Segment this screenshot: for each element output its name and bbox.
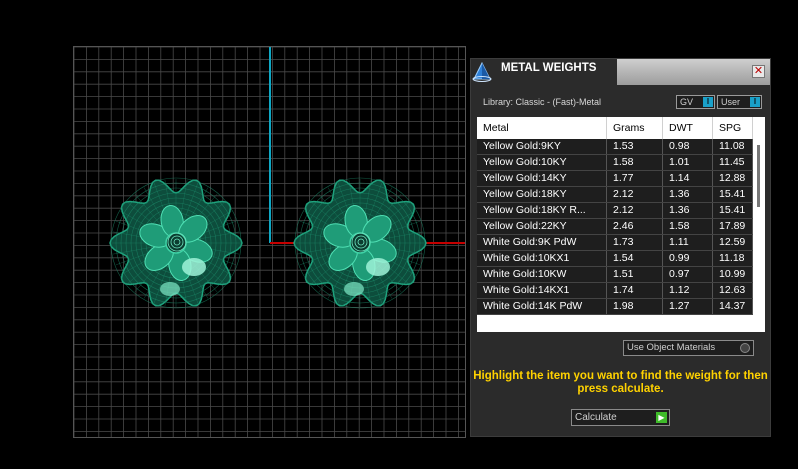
use-object-materials-toggle[interactable]: Use Object Materials — [623, 340, 754, 356]
table-cell: 1.36 — [663, 203, 713, 218]
table-cell: 0.97 — [663, 267, 713, 282]
table-row[interactable]: White Gold:10KW 1.51 0.97 10.99 — [477, 267, 753, 283]
table-cell: 14.37 — [713, 299, 753, 314]
user-toggle[interactable]: User I — [717, 95, 762, 109]
table-cell: 12.88 — [713, 171, 753, 186]
table-cell: 1.11 — [663, 235, 713, 250]
flower-earring-model — [293, 177, 427, 309]
use-object-materials-label: Use Object Materials — [627, 342, 716, 353]
close-icon[interactable]: ✕ — [752, 65, 765, 78]
table-cell: 1.73 — [607, 235, 663, 250]
metal-weights-panel: METAL WEIGHTS ✕ Library: Classic - (Fast… — [470, 58, 771, 437]
column-header-metal[interactable]: Metal — [477, 117, 607, 139]
table-cell: White Gold:9K PdW — [477, 235, 607, 250]
table-cell: 1.58 — [607, 155, 663, 170]
table-cell: 10.99 — [713, 267, 753, 282]
table-row[interactable]: White Gold:9K PdW 1.73 1.11 12.59 — [477, 235, 753, 251]
vertical-scrollbar[interactable] — [755, 139, 761, 309]
table-cell: Yellow Gold:22KY — [477, 219, 607, 234]
table-cell: White Gold:14K PdW — [477, 299, 607, 314]
table-cell: Yellow Gold:9KY — [477, 139, 607, 154]
play-arrow-icon: ▶ — [656, 412, 667, 423]
panel-titlebar[interactable]: METAL WEIGHTS ✕ — [471, 59, 770, 85]
table-cell: 1.36 — [663, 187, 713, 202]
table-cell: White Gold:14KX1 — [477, 283, 607, 298]
metal-table: Metal Grams DWT SPG Yellow Gold:9KY 1.53 0… — [477, 117, 765, 332]
table-row[interactable]: White Gold:10KX1 1.54 0.99 11.18 — [477, 251, 753, 267]
user-toggle-label: User — [721, 97, 741, 107]
viewport-canvas[interactable] — [74, 47, 466, 438]
table-row[interactable]: White Gold:14KX1 1.74 1.12 12.63 — [477, 283, 753, 299]
table-row[interactable]: Yellow Gold:10KY 1.58 1.01 11.45 — [477, 155, 753, 171]
table-cell: 0.99 — [663, 251, 713, 266]
table-cell: 1.58 — [663, 219, 713, 234]
table-row[interactable]: Yellow Gold:9KY 1.53 0.98 11.08 — [477, 139, 753, 155]
calculate-label: Calculate — [575, 412, 617, 423]
radio-knob-icon — [740, 343, 750, 353]
table-cell: 1.12 — [663, 283, 713, 298]
table-cell: 12.59 — [713, 235, 753, 250]
table-cell: 1.98 — [607, 299, 663, 314]
gv-toggle-label: GV — [680, 97, 694, 107]
panel-title: METAL WEIGHTS — [493, 59, 617, 85]
table-cell: Yellow Gold:18KY R... — [477, 203, 607, 218]
pyramid-icon — [471, 59, 493, 85]
column-header-spg[interactable]: SPG — [713, 117, 753, 139]
table-cell: Yellow Gold:14KY — [477, 171, 607, 186]
table-cell: 0.98 — [663, 139, 713, 154]
table-row[interactable]: White Gold:14K PdW 1.98 1.27 14.37 — [477, 299, 753, 315]
table-cell: 11.45 — [713, 155, 753, 170]
table-cell: 2.46 — [607, 219, 663, 234]
table-cell: 1.51 — [607, 267, 663, 282]
table-cell: 2.12 — [607, 187, 663, 202]
flower-earring-model — [109, 177, 243, 309]
table-cell: 2.12 — [607, 203, 663, 218]
table-row[interactable]: Yellow Gold:14KY 1.77 1.14 12.88 — [477, 171, 753, 187]
table-cell: 12.63 — [713, 283, 753, 298]
table-row[interactable]: Yellow Gold:18KY R... 2.12 1.36 15.41 — [477, 203, 753, 219]
table-cell: 1.54 — [607, 251, 663, 266]
table-body: Yellow Gold:9KY 1.53 0.98 11.08 Yellow Gold:… — [477, 139, 753, 315]
toggle-indicator-icon: I — [703, 97, 713, 107]
table-cell: 1.74 — [607, 283, 663, 298]
table-row[interactable]: Yellow Gold:22KY 2.46 1.58 17.89 — [477, 219, 753, 235]
table-cell: 11.18 — [713, 251, 753, 266]
table-cell: Yellow Gold:10KY — [477, 155, 607, 170]
table-cell: 11.08 — [713, 139, 753, 154]
table-cell: 1.01 — [663, 155, 713, 170]
gv-toggle[interactable]: GV I — [676, 95, 715, 109]
table-header: Metal Grams DWT SPG — [477, 117, 765, 139]
table-cell: 17.89 — [713, 219, 753, 234]
column-header-dwt[interactable]: DWT — [663, 117, 713, 139]
table-cell: 15.41 — [713, 203, 753, 218]
vertical-scroll-thumb[interactable] — [757, 145, 760, 207]
column-header-grams[interactable]: Grams — [607, 117, 663, 139]
calculate-button[interactable]: Calculate ▶ — [571, 409, 670, 426]
table-cell: White Gold:10KW — [477, 267, 607, 282]
table-cell: White Gold:10KX1 — [477, 251, 607, 266]
toggle-indicator-icon: I — [750, 97, 760, 107]
3d-viewport[interactable] — [73, 46, 466, 438]
table-cell: 1.27 — [663, 299, 713, 314]
table-cell: Yellow Gold:18KY — [477, 187, 607, 202]
instruction-text: Highlight the item you want to find the … — [473, 370, 768, 395]
table-cell: 1.77 — [607, 171, 663, 186]
library-label: Library: Classic - (Fast)-Metal — [483, 97, 602, 107]
table-cell: 15.41 — [713, 187, 753, 202]
table-cell: 1.14 — [663, 171, 713, 186]
table-row[interactable]: Yellow Gold:18KY 2.12 1.36 15.41 — [477, 187, 753, 203]
table-cell: 1.53 — [607, 139, 663, 154]
